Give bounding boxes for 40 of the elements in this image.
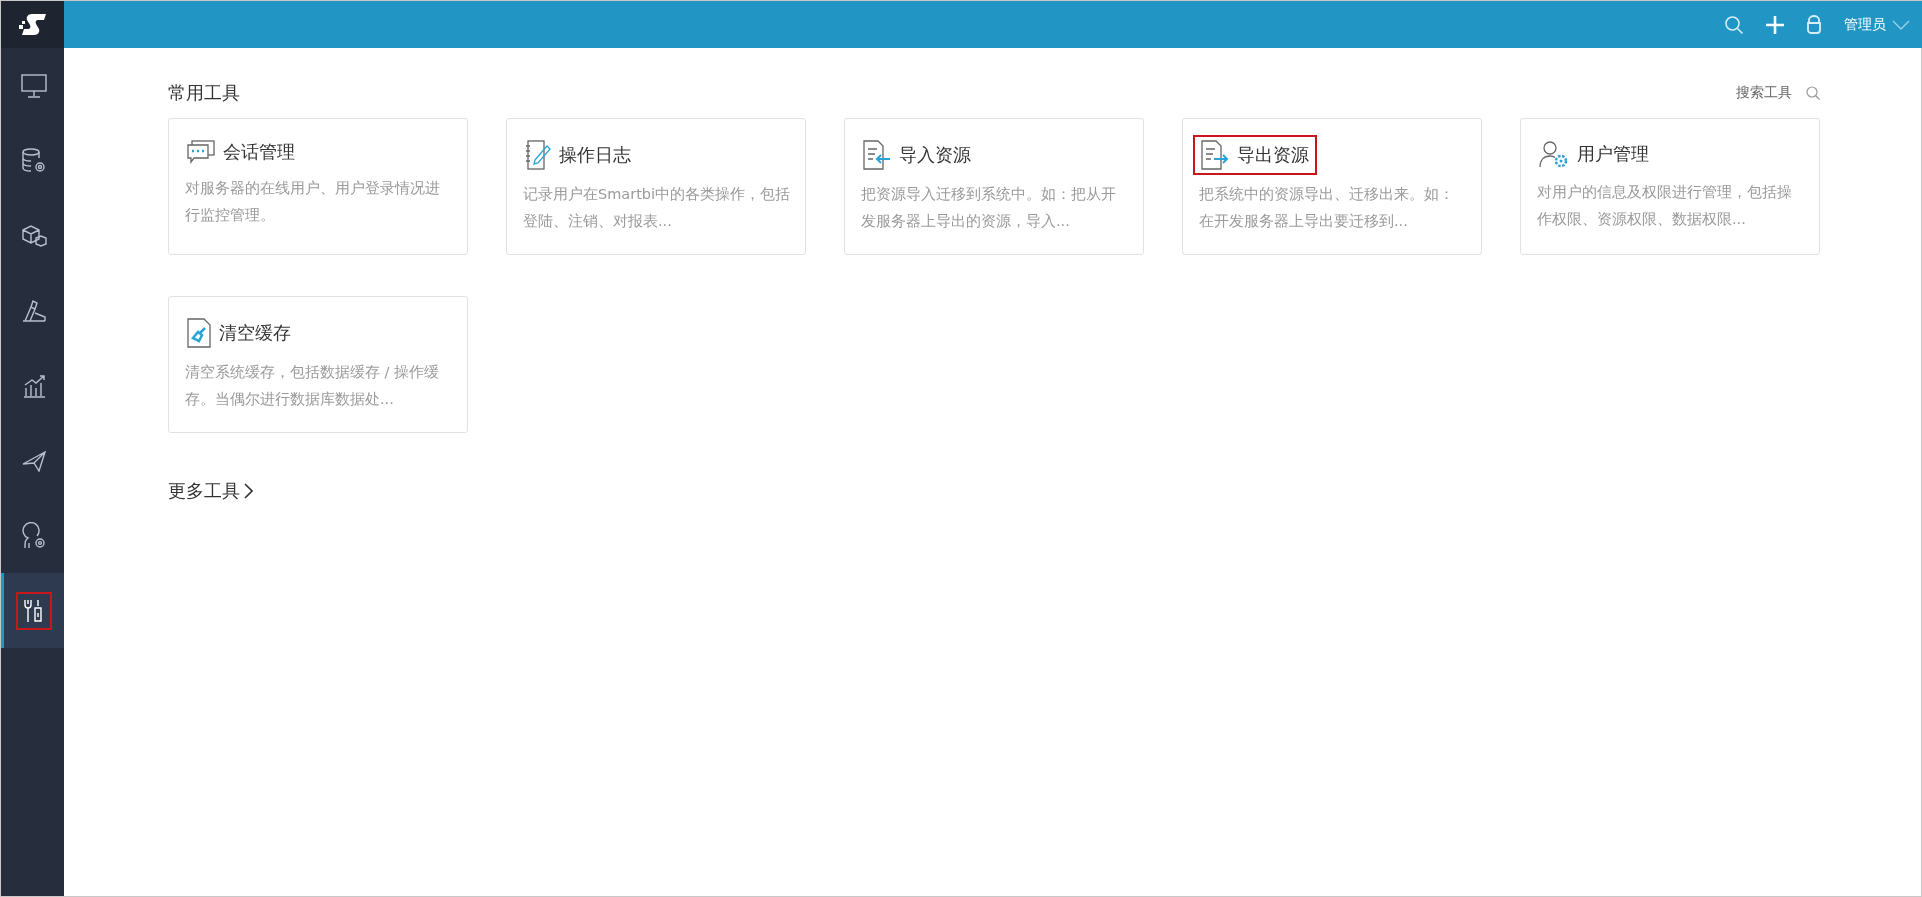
search-icon [1806,86,1820,100]
tool-title: 导出资源 [1237,143,1309,167]
document-broom-icon [187,318,211,348]
tool-card[interactable]: 导入资源 把资源导入迁移到系统中。如：把从开发服务器上导出的资源，导入... [844,118,1144,255]
tool-title: 导入资源 [899,143,971,167]
hammer-icon [21,298,47,323]
sidebar-item[interactable] [1,573,64,648]
person-gear-icon [21,521,47,550]
tool-card[interactable]: 清空缓存 清空系统缓存，包括数据缓存 / 操作缓存。当偶尔进行数据库数据处... [168,296,468,433]
cubes-icon [21,223,47,248]
more-tools-link[interactable]: 更多工具 [168,479,253,503]
search-icon[interactable] [1724,14,1744,35]
search-tools-button[interactable]: 搜索工具 [1736,84,1820,102]
bar-chart-icon [22,373,46,398]
tool-title: 会话管理 [223,140,295,164]
database-gear-icon [21,147,47,174]
tool-description: 清空系统缓存，包括数据缓存 / 操作缓存。当偶尔进行数据库数据处... [185,363,441,409]
tool-title: 操作日志 [559,143,631,167]
plus-icon[interactable] [1766,15,1784,34]
tool-card[interactable]: 会话管理 对服务器的在线用户、用户登录情况进行监控管理。 [168,118,468,255]
document-arrow-left-icon [863,140,891,170]
tool-title: 用户管理 [1577,142,1649,166]
tool-card[interactable]: 导出资源 把系统中的资源导出、迁移出来。如：在开发服务器上导出要迁移到... [1182,118,1482,255]
chevron-down-icon [1892,19,1910,30]
notebook-pencil-icon [525,140,551,170]
tool-description: 把资源导入迁移到系统中。如：把从开发服务器上导出的资源，导入... [861,185,1117,231]
chat-icon [187,140,215,164]
monitor-icon [21,73,47,98]
tool-description: 对服务器的在线用户、用户登录情况进行监控管理。 [185,179,441,225]
tool-card[interactable]: 用户管理 对用户的信息及权限进行管理，包括操作权限、资源权限、数据权限... [1520,118,1820,255]
paper-plane-icon [22,449,46,472]
tool-card[interactable]: 操作日志 记录用户在Smartbi中的各类操作，包括登陆、注销、对报表... [506,118,806,255]
tool-title: 清空缓存 [219,321,291,345]
document-arrow-right-icon [1201,140,1229,170]
tool-description: 把系统中的资源导出、迁移出来。如：在开发服务器上导出要迁移到... [1199,185,1455,231]
tool-description: 记录用户在Smartbi中的各类操作，包括登陆、注销、对报表... [523,185,791,231]
user-gear-icon [1539,140,1569,168]
tool-description: 对用户的信息及权限进行管理，包括操作权限、资源权限、数据权限... [1537,183,1793,229]
chevron-right-icon [244,483,253,499]
section-title: 常用工具 [168,81,240,105]
